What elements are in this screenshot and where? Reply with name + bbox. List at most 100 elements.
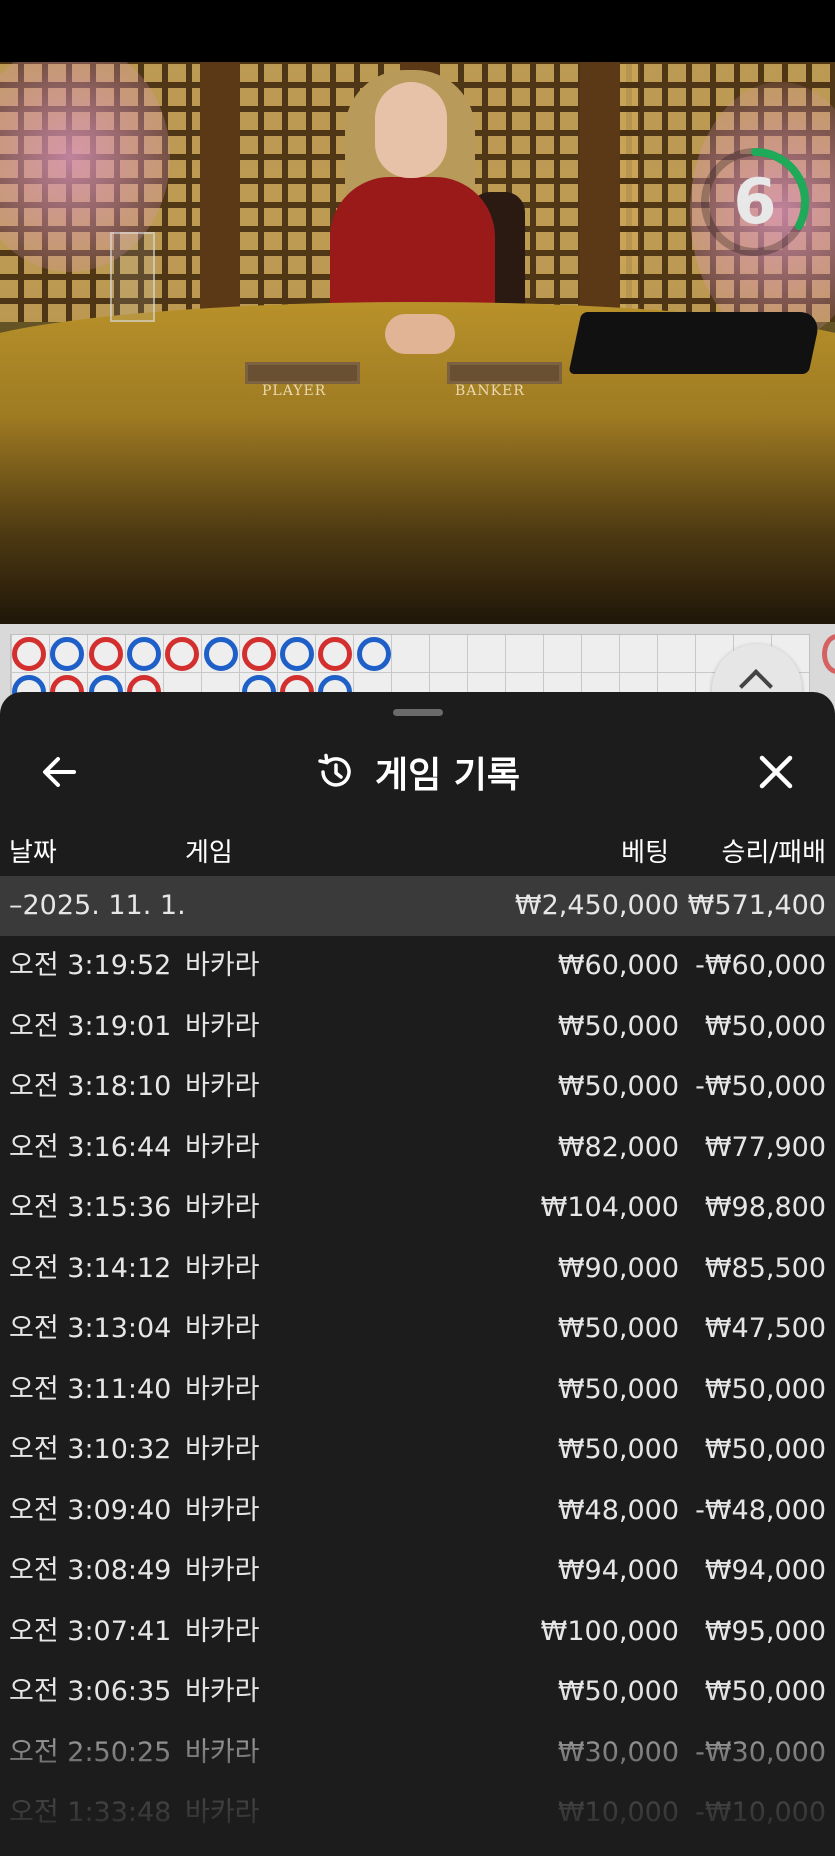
player-bead — [356, 637, 391, 671]
player-card-slot — [245, 362, 360, 384]
table-row[interactable]: 오전 3:16:44 바카라 ₩82,000 ₩77,900 — [0, 1118, 835, 1179]
sheet-drag-handle[interactable] — [393, 709, 443, 716]
table-row[interactable]: 오전 3:14:12 바카라 ₩90,000 ₩85,500 — [0, 1239, 835, 1300]
row-bet: ₩50,000 — [557, 1434, 679, 1465]
row-result: -₩10,000 — [695, 1797, 826, 1828]
player-bead — [203, 637, 238, 671]
row-result: -₩60,000 — [695, 950, 826, 981]
row-game: 바카라 — [185, 1797, 260, 1828]
row-result: -₩30,000 — [695, 1736, 826, 1768]
table-row[interactable]: 오전 3:18:10 바카라 ₩50,000 -₩50,000 — [0, 1057, 835, 1118]
row-game: 바카라 — [185, 1434, 260, 1465]
row-time: 오전 3:13:04 — [9, 1313, 172, 1344]
row-time: 오전 1:33:48 — [9, 1797, 172, 1828]
back-button[interactable] — [36, 748, 84, 796]
arrow-left-icon — [43, 757, 76, 787]
row-time: 오전 2:50:25 — [9, 1736, 172, 1768]
date-total-bet: ₩2,450,000 — [514, 890, 679, 921]
row-game: 바카라 — [185, 1071, 260, 1102]
column-header-date[interactable]: 날짜 — [9, 832, 57, 869]
game-history-sheet: 게임 기록 날짜 게임 베팅 승리/패배 –2025. 11. 1. ₩2,45… — [0, 692, 835, 1856]
table-row[interactable]: 오전 2:50:25 바카라 ₩30,000 -₩30,000 — [0, 1723, 835, 1784]
table-header: 날짜 게임 베팅 승리/패배 — [0, 822, 835, 872]
banker-bead — [241, 637, 276, 671]
close-icon — [759, 755, 793, 789]
row-bet: ₩60,000 — [557, 950, 679, 981]
banker-bead — [88, 637, 123, 671]
banker-label: BANKER — [455, 383, 525, 399]
row-game: 바카라 — [185, 1010, 260, 1042]
road-preview-edge — [822, 634, 835, 674]
row-bet: ₩50,000 — [557, 1676, 679, 1707]
row-result: ₩50,000 — [704, 1676, 826, 1707]
row-time: 오전 3:14:12 — [9, 1252, 172, 1284]
betting-countdown: 6 — [695, 142, 815, 262]
row-bet: ₩50,000 — [557, 1071, 679, 1102]
date-group-label: –2025. 11. 1. — [9, 890, 186, 921]
column-header-game[interactable]: 게임 — [185, 832, 233, 869]
row-game: 바카라 — [185, 1494, 260, 1526]
dealer-face — [375, 82, 447, 178]
row-game: 바카라 — [185, 1373, 260, 1405]
table-row[interactable]: 오전 3:10:32 바카라 ₩50,000 ₩50,000 — [0, 1420, 835, 1481]
row-bet: ₩48,000 — [557, 1494, 679, 1526]
sheet-header: 게임 기록 — [0, 732, 835, 812]
table-row[interactable]: 오전 3:19:01 바카라 ₩50,000 ₩50,000 — [0, 997, 835, 1058]
row-result: ₩94,000 — [704, 1555, 826, 1586]
table-row[interactable]: 오전 3:06:35 바카라 ₩50,000 ₩50,000 — [0, 1662, 835, 1723]
player-bead — [280, 637, 315, 671]
title-group: 게임 기록 — [0, 732, 835, 812]
row-time: 오전 3:06:35 — [9, 1676, 172, 1707]
table-row[interactable]: 오전 3:09:40 바카라 ₩48,000 -₩48,000 — [0, 1481, 835, 1542]
live-dealer-video: PLAYER BANKER 6 — [0, 62, 835, 624]
row-bet: ₩50,000 — [557, 1010, 679, 1042]
row-bet: ₩30,000 — [557, 1736, 679, 1768]
row-time: 오전 3:15:36 — [9, 1192, 172, 1223]
row-game: 바카라 — [185, 1131, 260, 1163]
player-bead — [126, 637, 161, 671]
row-result: ₩50,000 — [704, 1010, 826, 1042]
status-bar-area — [0, 0, 835, 62]
row-game: 바카라 — [185, 1252, 260, 1284]
table-row[interactable]: 오전 3:13:04 바카라 ₩50,000 ₩47,500 — [0, 1299, 835, 1360]
date-group-row[interactable]: –2025. 11. 1. ₩2,450,000 ₩571,400 — [0, 876, 835, 936]
row-game: 바카라 — [185, 1313, 260, 1344]
row-game: 바카라 — [185, 1555, 260, 1586]
banker-card-slot — [447, 362, 562, 384]
row-result: -₩50,000 — [695, 1071, 826, 1102]
card-holder — [110, 232, 155, 322]
row-bet: ₩100,000 — [540, 1615, 679, 1647]
table-row[interactable]: 오전 3:15:36 바카라 ₩104,000 ₩98,800 — [0, 1178, 835, 1239]
row-time: 오전 3:19:52 — [9, 950, 172, 981]
table-row[interactable]: 오전 3:08:49 바카라 ₩94,000 ₩94,000 — [0, 1541, 835, 1602]
column-header-bet[interactable]: 베팅 — [621, 832, 669, 869]
row-result: ₩95,000 — [704, 1615, 826, 1647]
table-row[interactable]: 오전 1:33:48 바카라 ₩10,000 -₩10,000 — [0, 1783, 835, 1844]
row-bet: ₩10,000 — [557, 1797, 679, 1828]
card-shoe — [568, 312, 822, 374]
row-time: 오전 3:19:01 — [9, 1010, 172, 1042]
column-header-result[interactable]: 승리/패배 — [722, 832, 826, 869]
banker-bead — [12, 637, 46, 671]
close-button[interactable] — [752, 748, 800, 796]
row-time: 오전 3:08:49 — [9, 1555, 172, 1586]
row-result: ₩50,000 — [704, 1434, 826, 1465]
table-row[interactable]: 오전 3:07:41 바카라 ₩100,000 ₩95,000 — [0, 1602, 835, 1663]
wood-pillar — [580, 62, 620, 332]
row-time: 오전 3:10:32 — [9, 1434, 172, 1465]
sheet-title: 게임 기록 — [374, 755, 520, 796]
table-row[interactable]: 오전 3:19:52 바카라 ₩60,000 -₩60,000 — [0, 936, 835, 997]
row-result: ₩50,000 — [704, 1373, 826, 1405]
row-time: 오전 3:11:40 — [9, 1373, 172, 1405]
row-game: 바카라 — [185, 1736, 260, 1768]
row-result: -₩48,000 — [695, 1494, 826, 1526]
row-result: ₩47,500 — [704, 1313, 826, 1344]
player-label: PLAYER — [262, 383, 327, 399]
table-row[interactable]: 오전 3:11:40 바카라 ₩50,000 ₩50,000 — [0, 1360, 835, 1421]
row-result: ₩85,500 — [704, 1252, 826, 1284]
history-icon — [318, 753, 351, 787]
row-time: 오전 3:09:40 — [9, 1494, 172, 1526]
row-bet: ₩82,000 — [557, 1131, 679, 1163]
date-total-result: ₩571,400 — [687, 890, 826, 921]
row-time: 오전 3:07:41 — [9, 1615, 172, 1647]
